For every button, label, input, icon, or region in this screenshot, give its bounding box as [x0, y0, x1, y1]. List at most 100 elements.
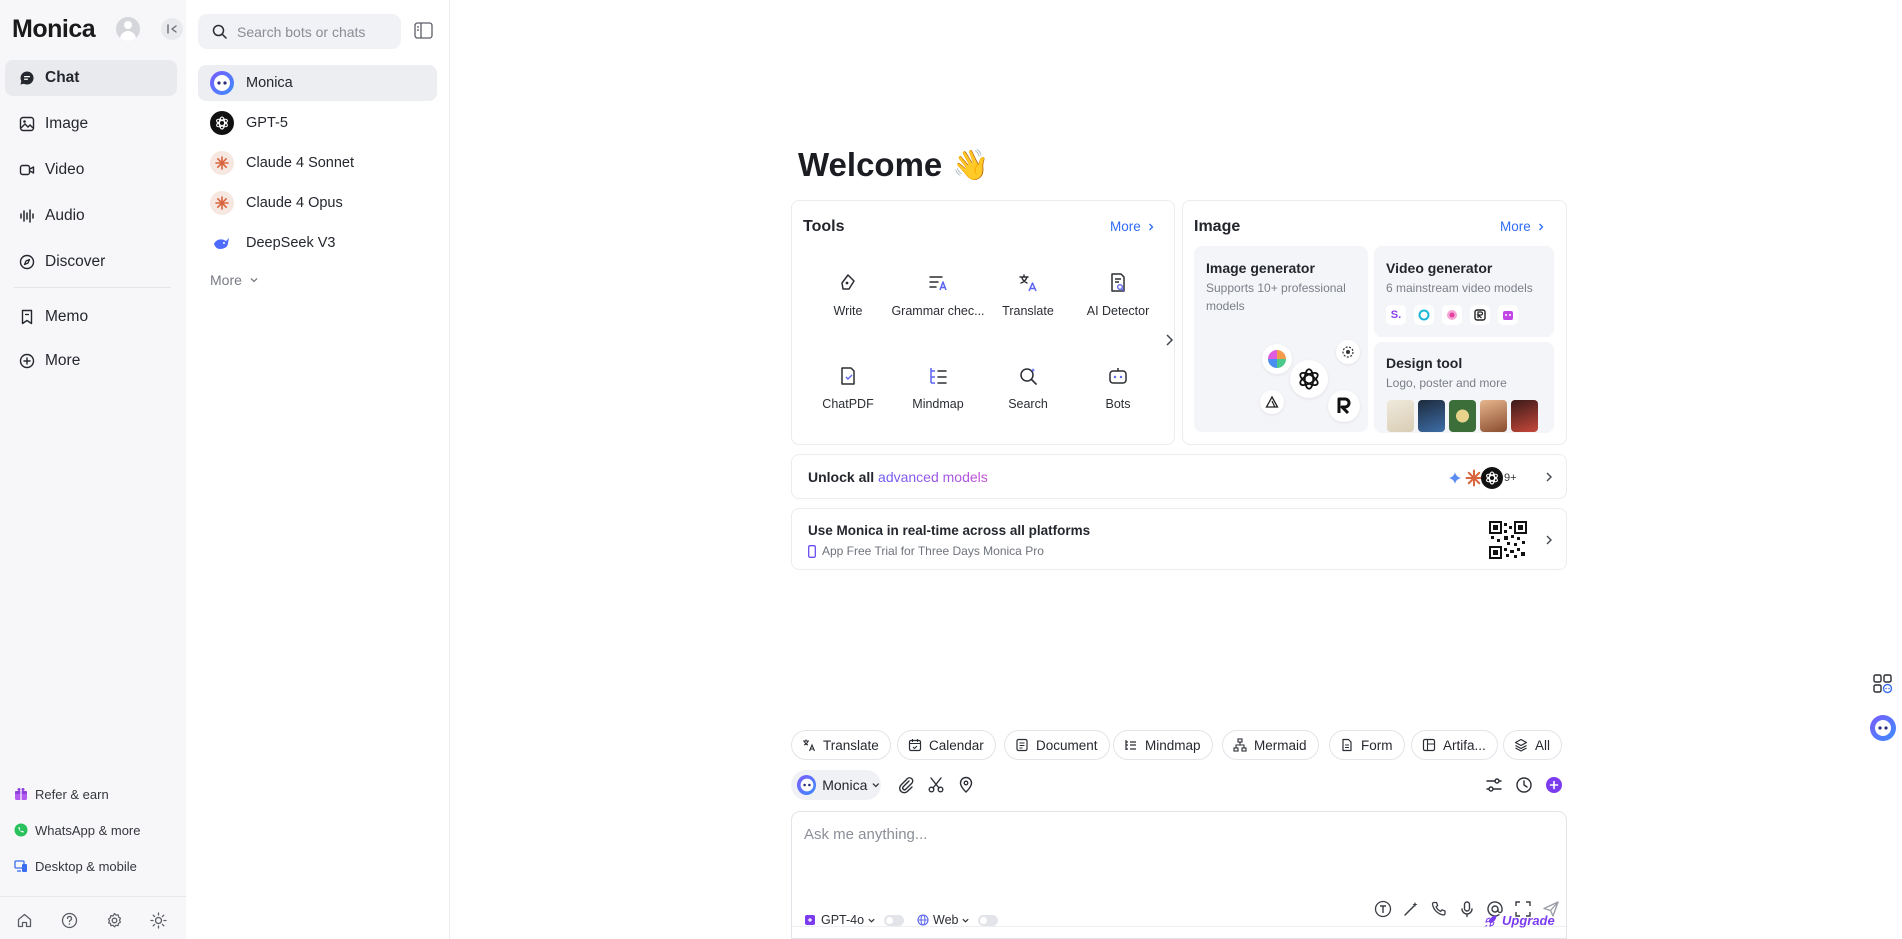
- tool-search[interactable]: Search: [980, 365, 1076, 411]
- web-toggle[interactable]: [978, 914, 999, 926]
- chat-input[interactable]: [804, 826, 1544, 866]
- tool-write[interactable]: Write: [800, 272, 896, 318]
- chevron-down-icon: [872, 783, 880, 788]
- chip-label: All: [1535, 737, 1551, 753]
- upgrade-button[interactable]: Upgrade: [1484, 913, 1555, 928]
- chip-document[interactable]: Document: [1004, 730, 1110, 760]
- image-more-link[interactable]: More: [1500, 219, 1546, 234]
- settings-icon[interactable]: [106, 912, 123, 929]
- gemini-icon: [1449, 472, 1461, 484]
- home-icon[interactable]: [16, 912, 33, 929]
- text-tone-icon[interactable]: [1374, 900, 1392, 918]
- chevron-down-icon: [962, 918, 970, 923]
- bot-item-claude-4-opus[interactable]: Claude 4 Opus: [198, 185, 437, 221]
- phone-call-icon[interactable]: [1430, 900, 1448, 918]
- tool-grammar-check[interactable]: Grammar chec...: [890, 272, 986, 318]
- theme-sun-icon[interactable]: [150, 912, 167, 929]
- microphone-icon[interactable]: [1458, 900, 1476, 918]
- plus-circle-icon: [19, 353, 35, 369]
- nav-item-image[interactable]: Image: [5, 106, 177, 142]
- phone-icon: [808, 544, 816, 558]
- tool-chatpdf[interactable]: ChatPDF: [800, 365, 896, 411]
- desktop-mobile-label: Desktop & mobile: [35, 858, 137, 874]
- collapse-sidebar-button[interactable]: [161, 18, 183, 40]
- tools-more-link[interactable]: More: [1110, 219, 1156, 234]
- monica-bot-icon: [797, 775, 817, 795]
- calendar-icon: [908, 739, 922, 752]
- floating-monica-button[interactable]: [1863, 709, 1902, 746]
- model-switch[interactable]: GPT-4o: [804, 913, 905, 927]
- openai-icon: [1290, 360, 1328, 398]
- nav-item-label: Video: [45, 161, 85, 178]
- chip-artifact[interactable]: Artifa...: [1411, 730, 1498, 760]
- unlock-models-row[interactable]: Unlock all advanced models 9+: [791, 454, 1567, 499]
- document-icon: [1016, 738, 1028, 752]
- desktop-mobile-link[interactable]: Desktop & mobile: [14, 855, 184, 877]
- nav-item-label: Memo: [45, 308, 89, 325]
- history-clock-icon[interactable]: [1515, 776, 1533, 794]
- tool-label: Grammar chec...: [891, 304, 985, 318]
- location-pin-icon[interactable]: [957, 776, 975, 794]
- bot-item-monica[interactable]: Monica: [198, 65, 437, 101]
- model-toggle[interactable]: [884, 914, 905, 926]
- tool-label: Search: [1008, 397, 1048, 411]
- monica-bot-icon: [1869, 714, 1896, 741]
- mindmap-icon: [930, 368, 947, 384]
- model-logo-icon: [1336, 340, 1360, 364]
- new-chat-icon[interactable]: [1545, 776, 1563, 794]
- bot-item-gpt5[interactable]: GPT-5: [198, 105, 437, 141]
- chip-label: Translate: [823, 737, 879, 753]
- tool-label: Bots: [1105, 397, 1131, 411]
- chevron-right-icon: [1546, 535, 1552, 545]
- nav-item-discover[interactable]: Discover: [5, 244, 177, 280]
- bot-list-more[interactable]: More: [210, 272, 259, 288]
- nav-item-label: Discover: [45, 253, 106, 270]
- web-switch[interactable]: Web: [917, 913, 999, 927]
- chip-translate[interactable]: Translate: [791, 730, 891, 760]
- bot-item-deepseek-v3[interactable]: DeepSeek V3: [198, 225, 437, 261]
- chip-calendar[interactable]: Calendar: [897, 730, 996, 760]
- nav-item-more[interactable]: More: [5, 343, 177, 379]
- tool-bots[interactable]: Bots: [1070, 365, 1166, 411]
- chip-mindmap[interactable]: Mindmap: [1113, 730, 1213, 760]
- magic-wand-icon[interactable]: [1402, 900, 1420, 918]
- sliders-icon[interactable]: [1485, 776, 1503, 794]
- platforms-subtitle: App Free Trial for Three Days Monica Pro: [822, 544, 1044, 558]
- attachment-icon[interactable]: [897, 776, 915, 794]
- tool-ai-detector[interactable]: AI Detector: [1070, 272, 1166, 318]
- tool-translate[interactable]: Translate: [980, 272, 1076, 318]
- bot-selector[interactable]: Monica: [791, 770, 881, 800]
- user-avatar[interactable]: [116, 17, 140, 41]
- scissors-icon[interactable]: [927, 776, 945, 794]
- bot-name: Monica: [246, 75, 293, 91]
- bot-name: GPT-5: [246, 115, 288, 131]
- search-input[interactable]: [237, 23, 387, 40]
- chevron-right-icon: [1538, 223, 1544, 230]
- bot-list-panel: Monica GPT-5 Claude 4 Sonnet Claude 4 Op…: [186, 0, 450, 939]
- whatsapp-link[interactable]: WhatsApp & more: [14, 819, 184, 841]
- bot-item-claude-4-sonnet[interactable]: Claude 4 Sonnet: [198, 145, 437, 181]
- tool-mindmap[interactable]: Mindmap: [890, 365, 986, 411]
- search-box[interactable]: [198, 14, 401, 49]
- app-logo[interactable]: Monica: [12, 15, 96, 44]
- nav-item-label: Chat: [45, 69, 80, 86]
- platforms-row[interactable]: Use Monica in real-time across all platf…: [791, 508, 1567, 570]
- nav-item-video[interactable]: Video: [5, 152, 177, 188]
- tools-next-arrow-icon[interactable]: [1162, 333, 1176, 347]
- refer-earn-link[interactable]: Refer & earn: [14, 783, 184, 805]
- models-count-badge: 9+: [1504, 472, 1517, 484]
- nav-item-memo[interactable]: Memo: [5, 299, 177, 335]
- chip-mermaid[interactable]: Mermaid: [1222, 730, 1319, 760]
- nav-item-chat[interactable]: Chat: [5, 60, 177, 96]
- panel-toggle-icon[interactable]: [414, 22, 433, 39]
- bookmark-icon: [21, 309, 33, 325]
- help-icon[interactable]: [61, 912, 78, 929]
- chip-all[interactable]: All: [1503, 730, 1563, 760]
- layers-icon: [1514, 738, 1528, 752]
- nav-item-audio[interactable]: Audio: [5, 198, 177, 234]
- wave-emoji-icon: 👋: [952, 148, 990, 182]
- video-model-r-icon: [1470, 305, 1490, 325]
- floating-apps-button[interactable]: [1863, 665, 1902, 702]
- design-thumb-4: [1480, 400, 1507, 432]
- chip-form[interactable]: Form: [1329, 730, 1405, 760]
